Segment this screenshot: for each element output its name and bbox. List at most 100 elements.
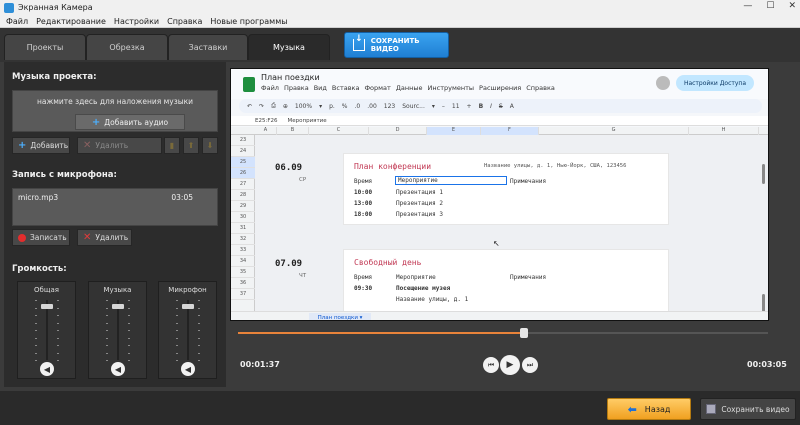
save-video-top-button[interactable]: СОХРАНИТЬ ВИДЕО: [344, 32, 449, 58]
column-header: F: [481, 127, 539, 135]
scale-tick: [35, 315, 37, 316]
scale-tick: [128, 315, 130, 316]
delete-mic-button[interactable]: ✕ Удалить: [77, 229, 132, 246]
scale-tick: [35, 300, 37, 301]
row-number: 36: [231, 278, 255, 289]
scale-tick: [57, 338, 59, 339]
scale-tick: [198, 300, 200, 301]
volume-label: Музыка: [103, 286, 132, 294]
mic-recordings-list[interactable]: micro.mp3 03:05: [12, 188, 218, 226]
mic-file-name[interactable]: micro.mp3: [18, 193, 58, 202]
scale-tick: [106, 330, 108, 331]
menu-settings[interactable]: Настройки: [114, 17, 159, 26]
font-family: Sourc...: [402, 102, 425, 110]
title-bar: Экранная Камера — ☐ ✕: [0, 0, 800, 15]
sheets-menu-item: Файл: [261, 84, 279, 92]
speaker-icon[interactable]: ◀: [40, 362, 54, 376]
sheets-menu-item: Расширения: [479, 84, 522, 92]
scale-tick: [106, 360, 108, 361]
app-camera-icon: [4, 2, 14, 13]
scale-tick: [106, 353, 108, 354]
scrollbar-thumb: [762, 164, 765, 184]
scale-tick: [198, 323, 200, 324]
volume-knob[interactable]: [182, 304, 194, 309]
sheets-menu-item: Данные: [395, 84, 423, 92]
bold-icon: B: [478, 102, 484, 110]
scale-tick: [35, 353, 37, 354]
tab-music[interactable]: Музыка: [248, 34, 330, 60]
sheet-tab: План поездки ▾: [309, 313, 371, 320]
delete-music-button[interactable]: ✕ Удалить: [77, 137, 162, 154]
menu-help[interactable]: Справка: [167, 17, 202, 26]
scale-tick: [35, 323, 37, 324]
scale-tick: [198, 330, 200, 331]
tab-intros[interactable]: Заставки: [168, 34, 248, 60]
event-cell: Презентация 3: [396, 211, 443, 218]
column-header: B: [277, 127, 309, 135]
scale-tick: [198, 315, 200, 316]
maximize-button[interactable]: ☐: [766, 1, 774, 11]
event-cell: Презентация 1: [396, 189, 443, 196]
move-down-button[interactable]: ⬇: [202, 137, 218, 154]
volume-label: Микрофон: [168, 286, 207, 294]
add-audio-button[interactable]: + Добавить аудио: [75, 114, 185, 130]
speaker-icon[interactable]: ◀: [111, 362, 125, 376]
save-video-label: Сохранить видео: [721, 404, 790, 414]
add-music-button[interactable]: + Добавить: [12, 137, 70, 154]
column-header: E: [427, 127, 481, 135]
move-up-button[interactable]: ⬆: [183, 137, 199, 154]
sheet-tabs-bar: План поездки ▾: [231, 311, 768, 320]
save-video-button[interactable]: Сохранить видео: [700, 398, 796, 420]
window-title: Экранная Камера: [18, 3, 93, 12]
currency-format: р.: [329, 102, 335, 110]
event-cell: Название улицы, д. 1: [396, 296, 469, 303]
back-button[interactable]: ⬅ Назад: [607, 398, 691, 420]
close-button[interactable]: ✕: [788, 1, 796, 11]
play-button[interactable]: ▶: [500, 355, 520, 375]
scale-tick: [176, 360, 178, 361]
music-drop-area[interactable]: нажмите здесь для наложения музыки + Доб…: [12, 90, 218, 132]
skip-forward-button[interactable]: ⏭: [522, 357, 538, 373]
tab-trim[interactable]: Обрезка: [86, 34, 168, 60]
row-number: 28: [231, 190, 255, 201]
timeline-track[interactable]: [238, 328, 768, 338]
scale-tick: [128, 300, 130, 301]
timeline-knob[interactable]: [520, 328, 529, 338]
music-settings-button[interactable]: ▮: [164, 137, 180, 154]
volume-track[interactable]: [46, 300, 48, 360]
event-cell: Посещение музея: [396, 285, 451, 292]
record-button[interactable]: Записать: [12, 229, 70, 246]
delete-icon: ✕: [83, 232, 92, 243]
day-date: 07.09: [275, 259, 303, 269]
scale-tick: [106, 345, 108, 346]
day-of-week: ЧТ: [299, 273, 307, 279]
speaker-icon[interactable]: ◀: [181, 362, 195, 376]
time-cell: 13:00: [354, 200, 373, 207]
minimize-button[interactable]: —: [743, 1, 752, 11]
chevron-down-icon: ▾: [319, 102, 323, 110]
formula-content: Мероприятие: [287, 117, 327, 124]
scale-tick: [106, 323, 108, 324]
sheets-header: План поездки Файл Правка Вид Вставка Фор…: [231, 69, 768, 99]
row-number: 32: [231, 234, 255, 245]
header-cell: Примечания: [510, 274, 547, 281]
back-label: Назад: [644, 404, 671, 414]
scale-tick: [35, 360, 37, 361]
menu-new-programs[interactable]: Новые программы: [210, 17, 287, 26]
scale-tick: [128, 353, 130, 354]
volume-knob[interactable]: [112, 304, 124, 309]
row-number: 26: [231, 168, 255, 179]
volume-label: Общая: [34, 286, 59, 294]
tabs-bar: Проекты Обрезка Заставки Музыка СОХРАНИТ…: [0, 28, 800, 62]
font-size: 11: [451, 102, 460, 110]
scale-tick: [176, 330, 178, 331]
menu-file[interactable]: Файл: [6, 17, 28, 26]
tab-projects[interactable]: Проекты: [4, 34, 86, 60]
scale-tick: [176, 315, 178, 316]
skip-back-button[interactable]: ⏮: [483, 357, 499, 373]
volume-track[interactable]: [117, 300, 119, 360]
volume-knob[interactable]: [41, 304, 53, 309]
menu-edit[interactable]: Редактирование: [36, 17, 106, 26]
scale-tick: [57, 360, 59, 361]
volume-track[interactable]: [187, 300, 189, 360]
